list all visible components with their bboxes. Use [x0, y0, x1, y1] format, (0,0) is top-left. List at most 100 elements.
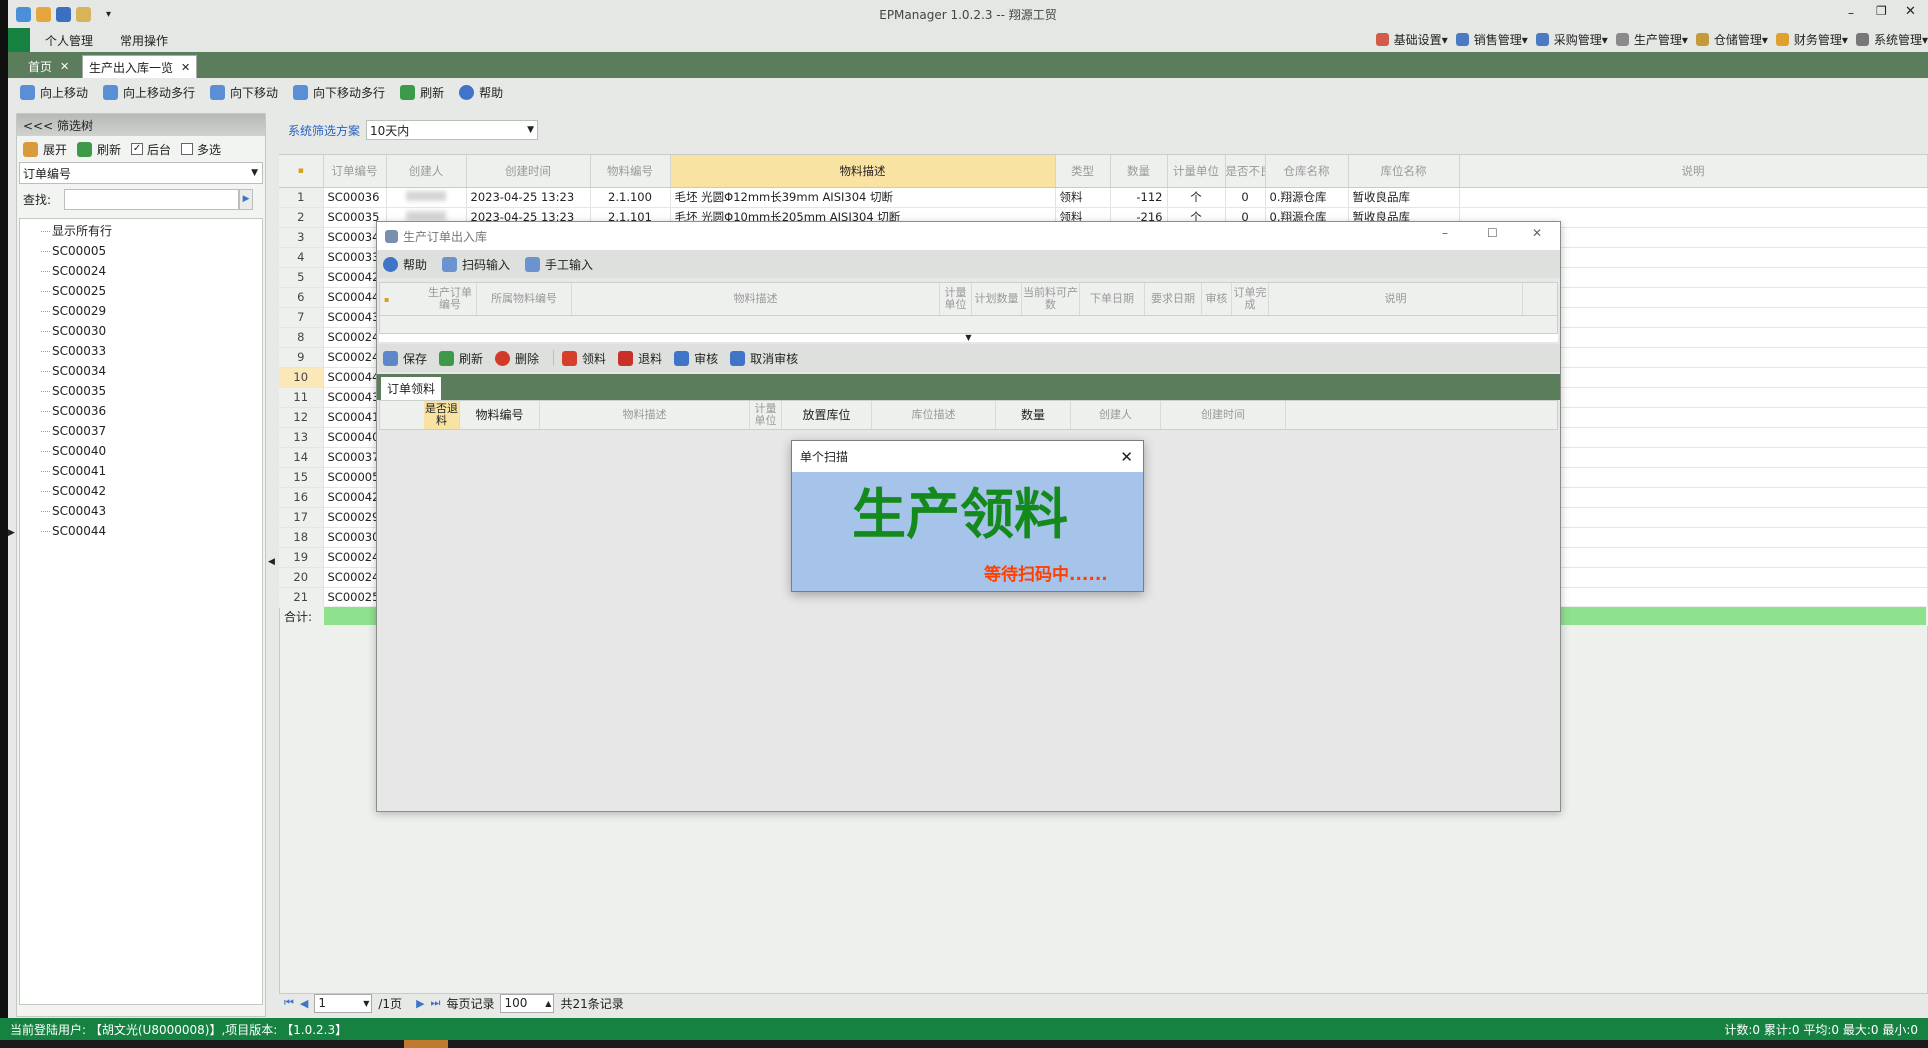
tree-item[interactable]: SC00044: [32, 521, 262, 541]
approve-button[interactable]: 审核: [674, 350, 718, 367]
page-number-select[interactable]: 1 ▼: [314, 993, 373, 1013]
column-header[interactable]: 创建时间: [466, 155, 591, 188]
dialog-close-icon[interactable]: ✕: [1532, 226, 1542, 240]
tree-item[interactable]: SC00042: [32, 481, 262, 501]
tree-item[interactable]: SC00040: [32, 441, 262, 461]
column-header[interactable]: 数量: [1110, 155, 1168, 188]
expand-button[interactable]: 展开: [23, 141, 67, 158]
column-header[interactable]: 创建时间: [1161, 401, 1286, 429]
splitter-icon[interactable]: ▼: [379, 334, 1558, 342]
column-header[interactable]: 订单完成: [1232, 283, 1269, 315]
grid-corner[interactable]: ▪: [380, 295, 424, 304]
column-header[interactable]: 计划数量: [972, 283, 1022, 315]
column-header[interactable]: 说明: [1269, 283, 1523, 315]
menu-basic-settings[interactable]: 基础设置 ▾: [1375, 31, 1448, 48]
close-tab-icon[interactable]: ✕: [181, 61, 190, 74]
tree-item[interactable]: SC00034: [32, 361, 262, 381]
column-header[interactable]: 所属物料编号: [477, 283, 572, 315]
move-down-multi-button[interactable]: 向下移动多行: [293, 84, 385, 101]
return-material-button[interactable]: 退料: [618, 350, 662, 367]
tab-order-pick[interactable]: 订单领料: [381, 377, 442, 400]
close-icon[interactable]: ✕: [1905, 4, 1916, 19]
per-page-stepper[interactable]: 100 ▲: [500, 993, 555, 1013]
column-header[interactable]: 生产订单编号: [424, 283, 477, 315]
column-header[interactable]: 订单编号: [323, 155, 387, 188]
column-header[interactable]: 库位名称: [1348, 155, 1460, 188]
move-up-button[interactable]: 向上移动: [20, 84, 88, 101]
refresh-button[interactable]: 刷新: [400, 84, 444, 101]
column-header[interactable]: 物料描述: [670, 155, 1056, 188]
search-input[interactable]: [64, 188, 240, 210]
tree-item[interactable]: SC00035: [32, 381, 262, 401]
column-header[interactable]: 物料描述: [540, 401, 750, 429]
dialog-maximize-icon[interactable]: ☐: [1487, 226, 1498, 240]
filter-field-select[interactable]: 订单编号 ▼: [19, 162, 263, 184]
scan-input-button[interactable]: 扫码输入: [442, 256, 510, 273]
column-header[interactable]: 创建人: [386, 155, 467, 188]
tree-item[interactable]: SC00029: [32, 301, 262, 321]
menu-finance[interactable]: 财务管理 ▾: [1775, 31, 1848, 48]
cancel-approve-button[interactable]: 取消审核: [730, 350, 798, 367]
column-header[interactable]: 数量: [996, 401, 1071, 429]
column-header[interactable]: 是否不良: [1225, 155, 1266, 188]
column-header[interactable]: 创建人: [1071, 401, 1161, 429]
column-header[interactable]: 计量单位: [940, 283, 972, 315]
column-header[interactable]: 下单日期: [1080, 283, 1145, 315]
filter-panel-header[interactable]: <<< 筛选树: [17, 114, 265, 136]
first-page-icon[interactable]: ⏮: [284, 996, 294, 1010]
tree-item[interactable]: SC00024: [32, 261, 262, 281]
column-header[interactable]: 库位描述: [872, 401, 996, 429]
tree-item[interactable]: SC00030: [32, 321, 262, 341]
scan-close-icon[interactable]: ✕: [1120, 448, 1143, 466]
menu-personal[interactable]: 个人管理: [45, 32, 93, 49]
tab-home[interactable]: 首页 ✕: [22, 55, 75, 78]
close-tab-icon[interactable]: ✕: [60, 60, 69, 73]
column-header[interactable]: 计量单位: [750, 401, 782, 429]
help-button[interactable]: 帮助: [459, 84, 503, 101]
minimize-icon[interactable]: –: [1848, 6, 1854, 20]
dialog-minimize-icon[interactable]: –: [1442, 226, 1448, 240]
last-page-icon[interactable]: ⏭: [431, 996, 441, 1010]
tree-item[interactable]: SC00043: [32, 501, 262, 521]
collapse-splitter-icon[interactable]: ◀: [268, 557, 275, 567]
tree-item[interactable]: SC00037: [32, 421, 262, 441]
move-down-button[interactable]: 向下移动: [210, 84, 278, 101]
table-row[interactable]: 1 SC00036 2023-04-25 13:23 2.1.100 毛坯 光圆Φ12m…: [279, 187, 1928, 208]
move-up-multi-button[interactable]: 向上移动多行: [103, 84, 195, 101]
search-go-icon[interactable]: ▶: [239, 188, 254, 210]
tree-item[interactable]: SC00036: [32, 401, 262, 421]
tree-item[interactable]: SC00041: [32, 461, 262, 481]
menu-purchase[interactable]: 采购管理 ▾: [1535, 31, 1608, 48]
tree-item-show-all[interactable]: 显示所有行: [32, 221, 262, 241]
prev-page-icon[interactable]: ◀: [300, 997, 308, 1010]
delete-button[interactable]: 删除: [495, 350, 539, 367]
column-header[interactable]: 仓库名称: [1265, 155, 1349, 188]
ribbon-app-button[interactable]: [8, 28, 30, 52]
menu-warehouse[interactable]: 仓储管理 ▾: [1695, 31, 1768, 48]
column-header[interactable]: 要求日期: [1145, 283, 1202, 315]
dialog-refresh-button[interactable]: 刷新: [439, 350, 483, 367]
tree-item[interactable]: SC00025: [32, 281, 262, 301]
tree-refresh-button[interactable]: 刷新: [77, 141, 121, 158]
side-expand-icon[interactable]: ▶: [8, 528, 15, 538]
column-header[interactable]: 物料描述: [572, 283, 940, 315]
menu-common[interactable]: 常用操作: [120, 32, 168, 49]
column-header[interactable]: 当前料可产数: [1022, 283, 1080, 315]
column-header[interactable]: 放置库位: [782, 401, 872, 429]
column-header[interactable]: 类型: [1055, 155, 1111, 188]
column-header[interactable]: 物料编号: [460, 401, 540, 429]
column-header[interactable]: 说明: [1459, 155, 1928, 188]
tab-production-io[interactable]: 生产出入库一览 ✕: [82, 55, 198, 78]
backend-checkbox[interactable]: ✓ 后台: [131, 141, 171, 158]
dialog-help-button[interactable]: 帮助: [383, 256, 427, 273]
tree-item[interactable]: SC00033: [32, 341, 262, 361]
column-header[interactable]: 物料编号: [590, 155, 671, 188]
taskbar-item[interactable]: [404, 1040, 448, 1048]
tree-item[interactable]: SC00005: [32, 241, 262, 261]
menu-sales[interactable]: 销售管理 ▾: [1455, 31, 1528, 48]
manual-input-button[interactable]: 手工输入: [525, 256, 593, 273]
scheme-select[interactable]: 10天内 ▼: [366, 120, 539, 140]
column-header[interactable]: 审核: [1202, 283, 1232, 315]
column-header[interactable]: 计量单位: [1167, 155, 1226, 188]
column-header[interactable]: 是否退料: [424, 401, 460, 429]
